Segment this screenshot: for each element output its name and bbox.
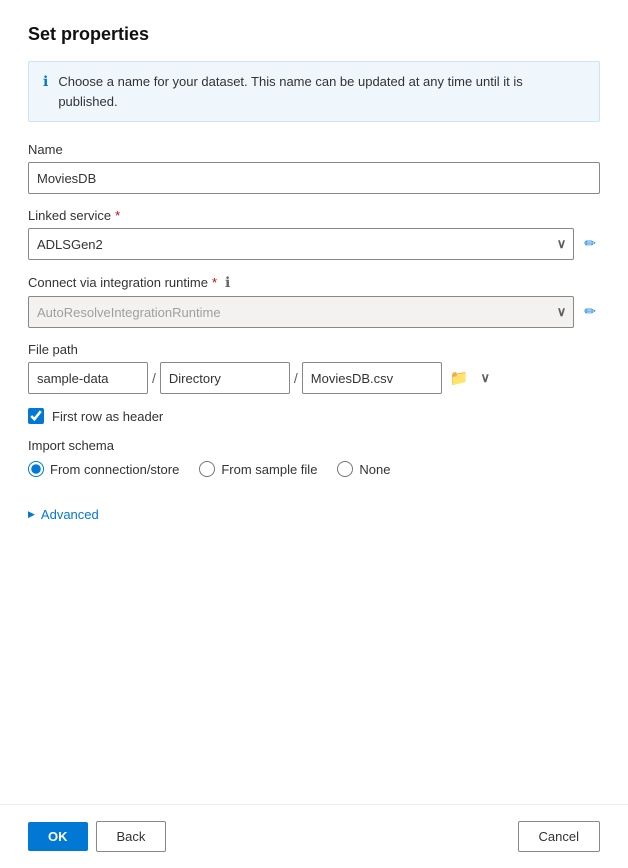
integration-runtime-select-wrapper: AutoResolveIntegrationRuntime: [28, 296, 574, 328]
file-path-separator-2: /: [294, 370, 298, 386]
first-row-header-checkbox[interactable]: [28, 408, 44, 424]
file-path-chevron-icon: [480, 370, 490, 386]
linked-service-field-group: Linked service * ADLSGen2: [28, 208, 600, 260]
panel-title: Set properties: [28, 24, 600, 45]
name-input[interactable]: [28, 162, 600, 194]
name-label: Name: [28, 142, 600, 157]
file-path-browse-button[interactable]: [446, 365, 473, 392]
name-field-group: Name: [28, 142, 600, 194]
import-schema-sample-radio[interactable]: [199, 461, 215, 477]
first-row-header-row: First row as header: [28, 408, 600, 424]
set-properties-panel: Set properties Choose a name for your da…: [0, 0, 628, 868]
import-schema-none-radio[interactable]: [337, 461, 353, 477]
file-path-field-group: File path / /: [28, 342, 600, 394]
advanced-row[interactable]: Advanced: [28, 507, 600, 522]
integration-runtime-info-icon[interactable]: [225, 274, 230, 291]
integration-runtime-select[interactable]: AutoResolveIntegrationRuntime: [28, 296, 574, 328]
integration-runtime-pencil-icon: [584, 303, 596, 321]
file-path-filename-input[interactable]: [302, 362, 442, 394]
import-schema-sample-option[interactable]: From sample file: [199, 461, 317, 477]
import-schema-sample-label: From sample file: [221, 462, 317, 477]
info-banner: Choose a name for your dataset. This nam…: [28, 61, 600, 122]
advanced-label: Advanced: [41, 507, 99, 522]
file-path-container-input[interactable]: [28, 362, 148, 394]
linked-service-select[interactable]: ADLSGen2: [28, 228, 574, 260]
file-path-separator-1: /: [152, 370, 156, 386]
integration-runtime-field-group: Connect via integration runtime * AutoRe…: [28, 274, 600, 328]
linked-service-edit-button[interactable]: [580, 231, 600, 257]
linked-service-required: *: [115, 208, 120, 223]
import-schema-radio-group: From connection/store From sample file N…: [28, 461, 600, 477]
file-path-row: / /: [28, 362, 600, 394]
info-banner-text: Choose a name for your dataset. This nam…: [58, 72, 585, 111]
file-path-label: File path: [28, 342, 600, 357]
integration-runtime-row: AutoResolveIntegrationRuntime: [28, 296, 600, 328]
import-schema-field-group: Import schema From connection/store From…: [28, 438, 600, 491]
linked-service-label: Linked service *: [28, 208, 600, 223]
integration-runtime-label: Connect via integration runtime *: [28, 274, 600, 291]
file-path-chevron-button[interactable]: [476, 366, 494, 390]
folder-icon: [450, 369, 469, 388]
first-row-header-label[interactable]: First row as header: [52, 409, 163, 424]
footer: OK Back Cancel: [0, 804, 628, 868]
import-schema-label: Import schema: [28, 438, 600, 453]
back-button[interactable]: Back: [96, 821, 167, 852]
info-banner-icon: [43, 73, 48, 90]
import-schema-none-label: None: [359, 462, 390, 477]
integration-runtime-required: *: [212, 275, 217, 290]
ok-button[interactable]: OK: [28, 822, 88, 851]
import-schema-connection-option[interactable]: From connection/store: [28, 461, 179, 477]
cancel-button[interactable]: Cancel: [518, 821, 600, 852]
advanced-expand-icon: [28, 509, 35, 520]
file-path-directory-input[interactable]: [160, 362, 290, 394]
linked-service-pencil-icon: [584, 235, 596, 253]
import-schema-none-option[interactable]: None: [337, 461, 390, 477]
import-schema-connection-label: From connection/store: [50, 462, 179, 477]
integration-runtime-edit-button[interactable]: [580, 299, 600, 325]
linked-service-row: ADLSGen2: [28, 228, 600, 260]
import-schema-connection-radio[interactable]: [28, 461, 44, 477]
linked-service-select-wrapper: ADLSGen2: [28, 228, 574, 260]
